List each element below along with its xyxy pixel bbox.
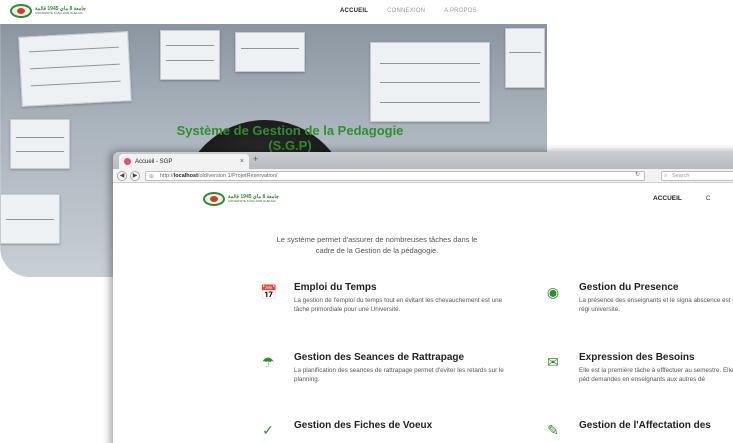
sketch-board: [18, 31, 132, 107]
intro-text: Le système permet d'assurer de nombreuse…: [113, 234, 641, 256]
browser-search-input[interactable]: ⌕ Search: [661, 171, 733, 181]
sketch-board: [235, 32, 305, 72]
back-menu-apropos[interactable]: A PROPOS: [444, 8, 477, 14]
feature-title: Gestion de l'Affectation des: [579, 420, 711, 431]
feature-title: Gestion du Presence: [579, 282, 679, 293]
feature-desc: La présence des enseignants et le signa …: [579, 297, 733, 313]
url-prefix: http://: [160, 173, 174, 179]
university-emblem-icon: [203, 192, 225, 206]
search-placeholder: Search: [672, 173, 690, 179]
url-path: /old/version 1/ProjetReservation/: [197, 173, 278, 179]
back-menu-connexion[interactable]: CONNEXION: [387, 8, 425, 14]
browser-toolbar: ◀ ▶ ⊕ http://localhost/old/version 1/Pro…: [113, 169, 733, 183]
feature-title: Emploi du Temps: [294, 282, 377, 293]
feature-desc: La planification des seances de rattrapa…: [294, 367, 504, 383]
browser-window: Accueil - SGP × + ◀ ▶ ⊕ http://localhost…: [113, 152, 733, 443]
site-menu: ACCUEIL C: [653, 195, 711, 202]
site-logo-sub: UNIVERSITE 8 MAI 1945 GUELMA: [228, 199, 276, 203]
feature-title: Gestion des Seances de Rattrapage: [294, 352, 465, 363]
feature-title: Expression des Besoins: [579, 352, 695, 363]
forward-arrow-icon[interactable]: ▶: [130, 171, 140, 181]
search-icon: ⌕: [664, 173, 668, 179]
intro-line-1: Le système permet d'assurer de nombreuse…: [276, 235, 478, 244]
site-logo[interactable]: جامعة 8 ماي 1945 قالمة UNIVERSITE 8 MAI …: [203, 192, 279, 206]
new-tab-icon[interactable]: +: [253, 154, 258, 164]
url-host: localhost: [173, 173, 198, 179]
back-arrow-icon[interactable]: ◀: [117, 171, 127, 181]
intro-line-2: cadre de la Gestion de la pédagogie.: [315, 246, 439, 255]
sketch-board: [160, 30, 220, 80]
back-logo-sub: UNIVERSITE 8 MAI 1945 GUELMA: [35, 11, 83, 15]
university-emblem-icon: [10, 4, 32, 18]
site-menu-accueil[interactable]: ACCUEIL: [653, 195, 682, 202]
check-circle-icon: ✓: [262, 422, 274, 438]
back-navbar: جامعة 8 ماي 1945 قالمة UNIVERSITE 8 MAI …: [0, 0, 733, 24]
hero-subtitle: (S.G.P): [268, 138, 312, 153]
address-bar[interactable]: ⊕ http://localhost/old/version 1/ProjetR…: [145, 171, 645, 181]
sketch-board: [10, 119, 70, 169]
sketch-board: [505, 28, 545, 88]
close-icon[interactable]: ×: [240, 158, 244, 165]
pencil-icon: ✎: [547, 422, 559, 438]
site-navbar: جامعة 8 ماي 1945 قالمة UNIVERSITE 8 MAI …: [113, 183, 733, 213]
envelope-icon: ✉: [547, 354, 559, 370]
umbrella-icon: ☂: [261, 354, 275, 370]
eye-icon: ◉: [546, 284, 560, 300]
calendar-icon: 📅: [260, 284, 278, 300]
favicon-icon: [124, 158, 131, 165]
feature-desc: La gestion de l'emploi du temps tout en …: [294, 297, 503, 313]
site-menu-connexion[interactable]: C: [706, 195, 711, 202]
hero-title: Système de Gestion de la Pedagogie: [176, 123, 404, 138]
back-logo[interactable]: جامعة 8 ماي 1945 قالمة UNIVERSITE 8 MAI …: [10, 4, 86, 18]
sketch-board: [370, 42, 490, 122]
browser-tab[interactable]: Accueil - SGP ×: [119, 154, 249, 169]
site-info-icon[interactable]: ⊕: [149, 173, 154, 182]
tab-bar: Accueil - SGP × +: [113, 152, 733, 169]
tab-title: Accueil - SGP: [135, 158, 173, 165]
feature-desc: Elle est la première tâche à efffectuer …: [579, 367, 733, 383]
back-menu: ACCUEIL CONNEXION A PROPOS: [340, 8, 477, 14]
sketch-board: [0, 194, 60, 244]
screenshot-stage: جامعة 8 ماي 1945 قالمة UNIVERSITE 8 MAI …: [0, 0, 733, 443]
back-menu-accueil[interactable]: ACCUEIL: [340, 8, 368, 14]
feature-title: Gestion des Fiches de Voeux: [294, 420, 433, 431]
reload-icon[interactable]: ↻: [635, 171, 640, 178]
